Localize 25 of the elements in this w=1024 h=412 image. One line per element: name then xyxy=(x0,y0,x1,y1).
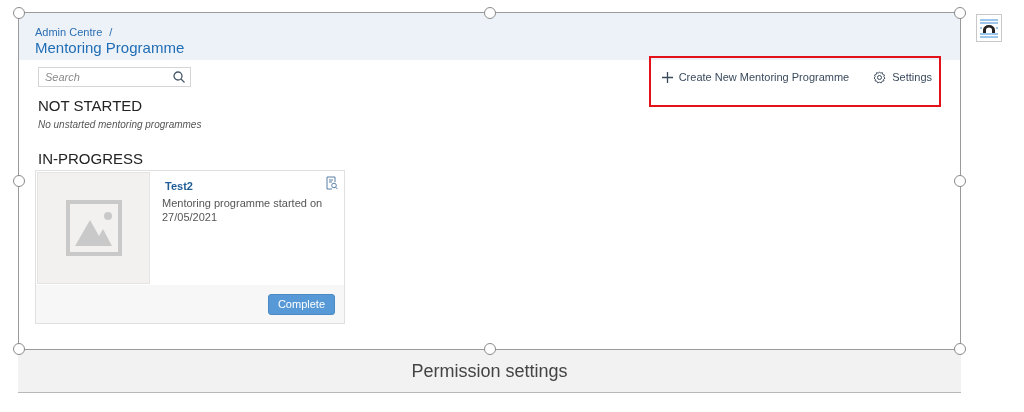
page-title: Mentoring Programme xyxy=(35,39,186,56)
resize-handle[interactable] xyxy=(483,343,496,355)
settings-button[interactable]: Settings xyxy=(873,70,932,84)
resize-handle[interactable] xyxy=(13,7,25,19)
card-title[interactable]: Test2 xyxy=(165,180,336,192)
settings-icon xyxy=(873,70,887,84)
resize-handle[interactable] xyxy=(954,7,966,19)
breadcrumb-link[interactable]: Admin Centre xyxy=(35,26,103,38)
plus-icon xyxy=(661,71,673,83)
section-heading: IN-PROGRESS xyxy=(38,150,143,167)
layout-options-icon[interactable] xyxy=(976,14,1002,42)
search-icon[interactable] xyxy=(173,71,185,83)
breadcrumb-separator: / xyxy=(109,26,113,38)
resize-handle[interactable] xyxy=(13,175,25,187)
search-field[interactable]: Search xyxy=(38,67,191,87)
document-search-icon[interactable] xyxy=(326,176,338,190)
image-placeholder-icon xyxy=(65,200,122,256)
create-button[interactable]: Create New Mentoring Programme xyxy=(661,71,850,83)
resize-handle[interactable] xyxy=(954,175,966,187)
resize-handle[interactable] xyxy=(13,343,25,355)
card-description: Mentoring programme started on 27/05/2021 xyxy=(162,196,324,224)
figure-caption: Permission settings xyxy=(411,360,568,382)
empty-message: No unstarted mentoring programmes xyxy=(38,119,203,130)
section-heading: NOT STARTED xyxy=(38,97,143,114)
resize-handle[interactable] xyxy=(954,343,966,355)
